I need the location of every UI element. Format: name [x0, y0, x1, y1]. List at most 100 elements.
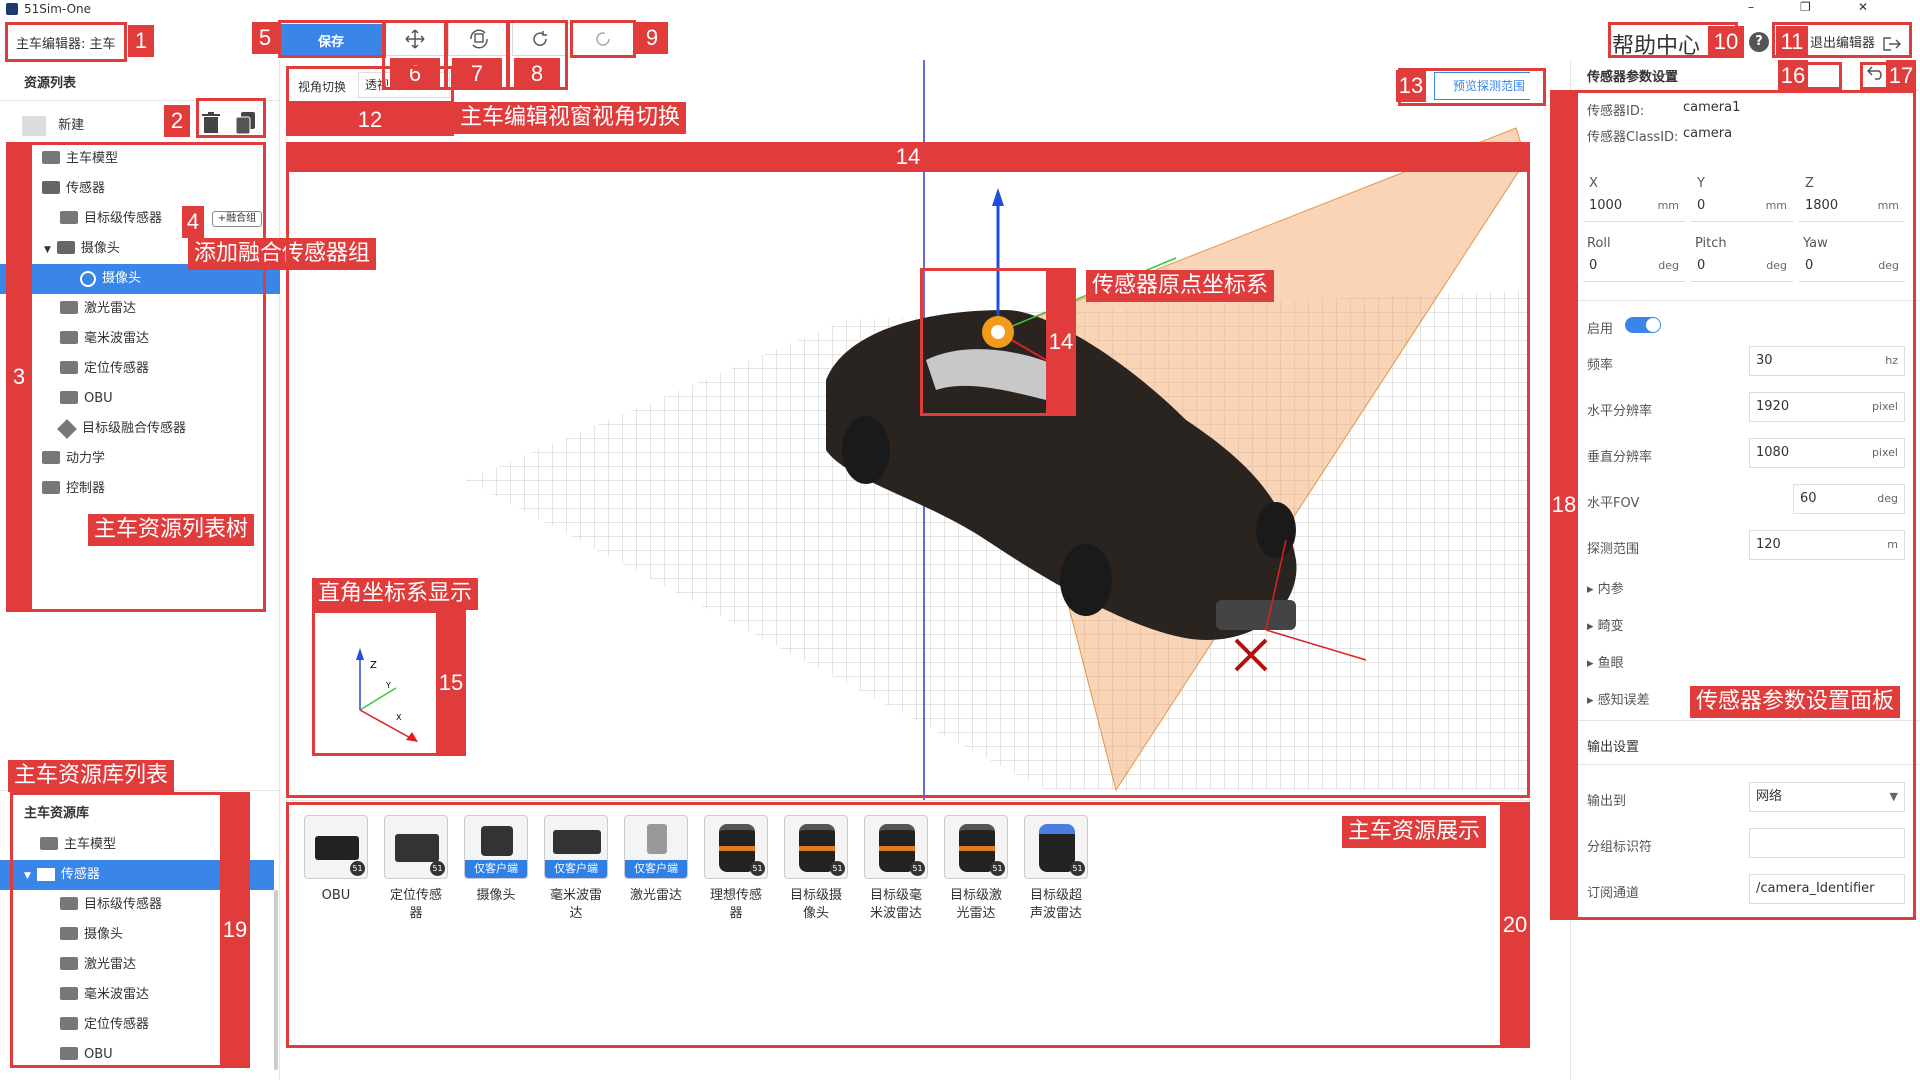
- library-item-positioning[interactable]: 定位传感器: [60, 1010, 149, 1040]
- tree-item-radar[interactable]: 毫米波雷达: [60, 324, 149, 354]
- annot-num-18: 18: [1550, 90, 1578, 920]
- move-tool-button[interactable]: [384, 22, 446, 56]
- save-button[interactable]: 保存: [280, 24, 382, 56]
- tree-item-controller[interactable]: 控制器: [42, 474, 105, 504]
- group-input[interactable]: [1749, 828, 1905, 858]
- library-item-obu[interactable]: OBU: [60, 1040, 113, 1070]
- annot-num-15: 15: [436, 610, 466, 756]
- folder-icon: [60, 211, 78, 224]
- folder-icon: [60, 1047, 78, 1060]
- undo-icon[interactable]: [1867, 64, 1885, 80]
- add-folder-icon: [22, 115, 46, 136]
- tree-item-target-sensors[interactable]: 目标级传感器: [60, 204, 162, 234]
- close-window-button[interactable]: ✕: [1858, 0, 1868, 14]
- lidar-device-icon: [647, 824, 667, 854]
- channel-label: 订阅通道: [1587, 886, 1640, 901]
- annot-num-10: 10: [1708, 26, 1744, 58]
- maximize-button[interactable]: ❐: [1800, 0, 1811, 14]
- range-input[interactable]: 120 m: [1749, 530, 1905, 560]
- tree-item-positioning[interactable]: 定位传感器: [60, 354, 149, 384]
- enable-label: 启用: [1587, 322, 1614, 337]
- fusion-group-button[interactable]: +融合组: [212, 211, 262, 227]
- annot-label-origin: 传感器原点坐标系: [1086, 270, 1275, 302]
- help-icon[interactable]: ?: [1749, 32, 1769, 52]
- library-item-target-sensors[interactable]: 目标级传感器: [60, 890, 162, 920]
- enable-toggle[interactable]: [1625, 317, 1661, 333]
- annot-label-fusion: 添加融合传感器组: [188, 238, 377, 270]
- folder-open-icon: [56, 241, 75, 254]
- tree-item-obu[interactable]: OBU: [60, 384, 113, 414]
- class-id-label: 传感器ClassID:: [1587, 130, 1679, 145]
- library-item-camera[interactable]: 摄像头: [60, 920, 123, 950]
- section-perception-error[interactable]: ▸ 感知误差: [1587, 689, 1650, 708]
- output-to-select[interactable]: 网络 ▼: [1749, 782, 1905, 812]
- hres-input[interactable]: 1920 pixel: [1749, 392, 1905, 422]
- obu-device-icon: [315, 836, 359, 860]
- panel-divider: [0, 100, 280, 101]
- folder-icon: [60, 897, 78, 910]
- exit-editor-button[interactable]: 退出编辑器: [1810, 32, 1902, 51]
- resource-card[interactable]: 51 理想传感器: [704, 815, 768, 923]
- resource-card[interactable]: 51 目标级毫米波雷达: [864, 815, 928, 923]
- resource-card[interactable]: 51 目标级超声波雷达: [1024, 815, 1088, 923]
- camera-icon: [80, 270, 96, 287]
- section-intrinsics[interactable]: ▸ 内参: [1587, 578, 1624, 597]
- new-button[interactable]: 新建: [22, 114, 84, 138]
- radar-device-icon: [553, 830, 601, 854]
- tree-item-cameras[interactable]: ▼ 摄像头: [44, 234, 120, 264]
- folder-icon: [42, 451, 60, 464]
- gps-device-icon: [395, 834, 439, 862]
- sensor-id-label: 传感器ID:: [1587, 104, 1645, 119]
- x-label: X: [1589, 176, 1598, 191]
- tree-item-vehicle-model[interactable]: 主车模型: [42, 144, 118, 174]
- rotate-tool-button[interactable]: [448, 22, 510, 56]
- param-panel-title: 传感器参数设置: [1587, 70, 1679, 85]
- section-fisheye[interactable]: ▸ 鱼眼: [1587, 652, 1624, 671]
- tree-item-lidar[interactable]: 激光雷达: [60, 294, 136, 324]
- tree-item-sensors[interactable]: 传感器: [42, 174, 105, 204]
- section-distortion[interactable]: ▸ 畸变: [1587, 615, 1624, 634]
- resource-card[interactable]: 仅客户端 毫米波雷达: [544, 815, 608, 923]
- vres-input[interactable]: 1080 pixel: [1749, 438, 1905, 468]
- resource-card[interactable]: 51 目标级摄像头: [784, 815, 848, 923]
- tree-item-fusion-sensor[interactable]: 目标级融合传感器: [57, 414, 186, 444]
- folder-icon: [60, 301, 78, 314]
- pitch-input[interactable]: 0 deg: [1691, 252, 1793, 282]
- title-bar: 51Sim-One – ❐ ✕: [0, 0, 1920, 18]
- resource-card[interactable]: 仅客户端 摄像头: [464, 815, 528, 905]
- x-input[interactable]: 1000 mm: [1583, 192, 1685, 222]
- delete-icon[interactable]: [202, 112, 220, 134]
- library-scrollbar[interactable]: [274, 890, 278, 1070]
- group-label: 分组标识符: [1587, 840, 1653, 855]
- reset-view-button[interactable]: [512, 22, 568, 56]
- tree-item-dynamics[interactable]: 动力学: [42, 444, 105, 474]
- library-item-lidar[interactable]: 激光雷达: [60, 950, 136, 980]
- annot-num-17: 17: [1886, 60, 1916, 92]
- fov-input[interactable]: 60 deg: [1793, 484, 1905, 514]
- panel-divider: [1571, 90, 1920, 91]
- minimize-button[interactable]: –: [1748, 0, 1754, 14]
- sensor-id-value: camera1: [1683, 100, 1741, 115]
- library-item-radar[interactable]: 毫米波雷达: [60, 980, 149, 1010]
- roll-input[interactable]: 0 deg: [1583, 252, 1685, 282]
- y-input[interactable]: 0 mm: [1691, 192, 1793, 222]
- folder-open-icon: [36, 868, 55, 881]
- library-item-vehicle-model[interactable]: 主车模型: [40, 830, 116, 860]
- yaw-input[interactable]: 0 deg: [1799, 252, 1905, 282]
- annot-num-8: 8: [514, 58, 560, 90]
- move-icon: [405, 29, 425, 49]
- resource-card[interactable]: 51 OBU: [304, 815, 368, 905]
- help-center-button[interactable]: 帮助中心: [1612, 28, 1700, 60]
- z-input[interactable]: 1800 mm: [1799, 192, 1905, 222]
- annot-num-14: 14: [286, 142, 1530, 172]
- resource-card[interactable]: 51 目标级激光雷达: [944, 815, 1008, 923]
- freq-input[interactable]: 30 hz: [1749, 346, 1905, 376]
- resource-card[interactable]: 51 定位传感器: [384, 815, 448, 923]
- resource-card[interactable]: 仅客户端 激光雷达: [624, 815, 688, 905]
- y-label: Y: [1697, 176, 1705, 191]
- folder-icon: [60, 927, 78, 940]
- channel-input[interactable]: /camera_Identifier: [1749, 874, 1905, 904]
- copy-icon[interactable]: [236, 112, 256, 134]
- caret-down-icon: ▼: [1889, 790, 1898, 803]
- loading-button[interactable]: [572, 22, 634, 56]
